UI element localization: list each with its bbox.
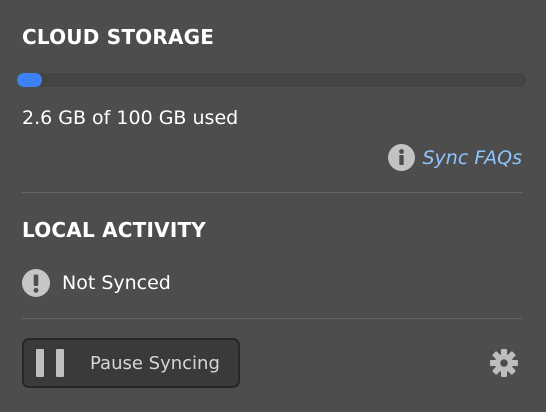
- section-divider: [22, 192, 522, 193]
- storage-usage-text: 2.6 GB of 100 GB used: [22, 107, 239, 129]
- sync-faqs-link[interactable]: Sync FAQs: [387, 144, 523, 171]
- gear-icon[interactable]: [488, 347, 520, 379]
- alert-icon: [22, 269, 50, 297]
- sync-faqs-label[interactable]: Sync FAQs: [423, 147, 523, 169]
- info-icon: [387, 144, 415, 171]
- cloud-storage-title: CLOUD STORAGE: [22, 25, 215, 49]
- pause-icon: [36, 349, 64, 377]
- sync-status-text: Not Synced: [62, 272, 171, 294]
- local-activity-title: LOCAL ACTIVITY: [22, 218, 206, 242]
- sync-status-row: Not Synced: [22, 269, 171, 297]
- storage-progress-fill: [17, 73, 43, 87]
- pause-syncing-button[interactable]: Pause Syncing: [22, 338, 240, 388]
- section-divider: [22, 318, 522, 319]
- pause-syncing-label: Pause Syncing: [90, 352, 220, 374]
- sync-panel: CLOUD STORAGE 2.6 GB of 100 GB used Sync…: [0, 0, 546, 412]
- storage-progress-bar: [17, 73, 526, 87]
